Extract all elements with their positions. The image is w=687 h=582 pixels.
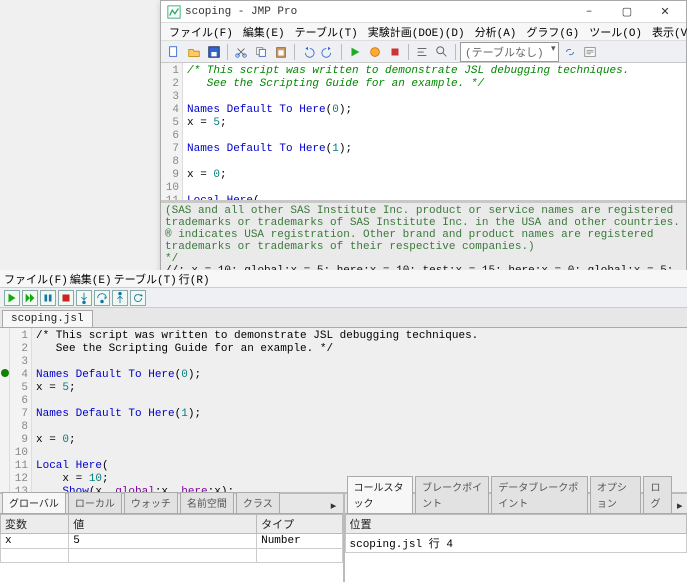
variables-panel: グローバル ローカル ウォッチ 名前空間 クラス ▸ 変数 値 タイプ x: [0, 494, 345, 582]
cut-icon[interactable]: [232, 43, 250, 61]
toolbar-separator: [455, 44, 456, 60]
toolbar-separator: [408, 44, 409, 60]
dbg-menu-file[interactable]: ファイル(F): [4, 271, 68, 287]
breakpoint-gutter[interactable]: [0, 328, 10, 492]
debug-editor[interactable]: 1 2 3 4 5 6 7 8 9 10 11 12 13 14 15 16 1…: [0, 328, 687, 492]
code-area[interactable]: /* This script was written to demonstrat…: [183, 63, 686, 200]
paste-icon[interactable]: [272, 43, 290, 61]
search-icon[interactable]: [433, 43, 451, 61]
left-tabs: グローバル ローカル ウォッチ 名前空間 クラス ▸: [0, 494, 343, 514]
menubar: ファイル(F) 編集(E) テーブル(T) 実験計画(DOE)(D) 分析(A)…: [161, 23, 686, 41]
redo-icon[interactable]: [319, 43, 337, 61]
run-icon[interactable]: [346, 43, 364, 61]
dbg-menu-table[interactable]: テーブル(T): [114, 271, 177, 287]
table-row[interactable]: x 5 Number: [1, 534, 343, 549]
stop-icon[interactable]: [386, 43, 404, 61]
continue-icon[interactable]: [4, 290, 20, 306]
tab-callstack[interactable]: コールスタック: [347, 476, 414, 513]
restart-icon[interactable]: [130, 290, 146, 306]
toolbar-separator: [341, 44, 342, 60]
callstack-panel: コールスタック ブレークポイント データブレークポイント オプション ログ ▸ …: [345, 494, 687, 582]
debug-code-area[interactable]: /* This script was written to demonstrat…: [32, 328, 687, 492]
debug-tabstrip: scoping.jsl: [0, 308, 687, 328]
maximize-button[interactable]: ▢: [612, 3, 642, 21]
menu-graph[interactable]: グラフ(G): [522, 23, 583, 41]
debug-bottom-panels: グローバル ローカル ウォッチ 名前空間 クラス ▸ 変数 値 タイプ x: [0, 492, 687, 582]
table-row[interactable]: scoping.jsl 行 4: [345, 534, 687, 553]
toolbar-separator: [227, 44, 228, 60]
open-icon[interactable]: [185, 43, 203, 61]
variables-grid[interactable]: 変数 値 タイプ x 5 Number: [0, 514, 343, 582]
step-into-icon[interactable]: [76, 290, 92, 306]
log-icon[interactable]: [581, 43, 599, 61]
minimize-button[interactable]: –: [574, 3, 604, 21]
col-variable[interactable]: 変数: [1, 515, 69, 534]
tab-namespace[interactable]: 名前空間: [180, 492, 234, 513]
reformat-icon[interactable]: [413, 43, 431, 61]
tab-global[interactable]: グローバル: [2, 492, 66, 513]
app-icon: [167, 5, 181, 19]
debug-window: ファイル(F) 編集(E) テーブル(T) 行(R) scoping.jsl 1…: [0, 270, 687, 582]
toolbar-separator: [294, 44, 295, 60]
debug-line-gutter: 1 2 3 4 5 6 7 8 9 10 11 12 13 14 15 16 1…: [10, 328, 32, 492]
right-tabs: コールスタック ブレークポイント データブレークポイント オプション ログ ▸: [345, 494, 687, 514]
tab-databreakpoints[interactable]: データブレークポイント: [491, 476, 588, 513]
debug-icon[interactable]: [366, 43, 384, 61]
step-out-icon[interactable]: [112, 290, 128, 306]
menu-doe[interactable]: 実験計画(DOE)(D): [364, 23, 469, 41]
break-icon[interactable]: [40, 290, 56, 306]
titlebar: scoping - JMP Pro – ▢ ✕: [161, 1, 686, 23]
debug-file-tab[interactable]: scoping.jsl: [2, 310, 93, 327]
menu-table[interactable]: テーブル(T): [291, 23, 362, 41]
window-title: scoping - JMP Pro: [185, 6, 574, 18]
menu-file[interactable]: ファイル(F): [165, 23, 237, 41]
tab-local[interactable]: ローカル: [68, 492, 122, 513]
menu-edit[interactable]: 編集(E): [239, 23, 289, 41]
col-position[interactable]: 位置: [345, 515, 687, 534]
callstack-grid[interactable]: 位置 scoping.jsl 行 4: [345, 514, 687, 582]
current-line-marker: [1, 369, 9, 377]
tab-breakpoints[interactable]: ブレークポイント: [415, 476, 489, 513]
tab-options[interactable]: オプション: [590, 476, 642, 513]
dbg-menu-row[interactable]: 行(R): [179, 271, 210, 287]
close-button[interactable]: ✕: [650, 3, 680, 21]
col-value[interactable]: 値: [69, 515, 257, 534]
continue-no-break-icon[interactable]: [22, 290, 38, 306]
script-editor[interactable]: 1 2 3 4 5 6 7 8 9 10 11 12 13 14 15 /* T…: [161, 63, 686, 203]
debug-menubar: ファイル(F) 編集(E) テーブル(T) 行(R): [0, 270, 687, 288]
link-icon[interactable]: [561, 43, 579, 61]
tab-class[interactable]: クラス: [236, 492, 280, 513]
tab-log[interactable]: ログ: [643, 476, 672, 513]
menu-tools[interactable]: ツール(O): [585, 23, 646, 41]
undo-icon[interactable]: [299, 43, 317, 61]
toolbar: (テーブルなし): [161, 41, 686, 63]
tabs-scroll-right-icon[interactable]: ▸: [674, 499, 685, 513]
menu-view[interactable]: 表示(V): [648, 23, 687, 41]
log-comment: (SAS and all other SAS Institute Inc. pr…: [165, 205, 682, 265]
table-dropdown[interactable]: (テーブルなし): [460, 42, 559, 62]
col-type[interactable]: タイプ: [257, 515, 342, 534]
line-gutter: 1 2 3 4 5 6 7 8 9 10 11 12 13 14 15: [161, 63, 183, 200]
copy-icon[interactable]: [252, 43, 270, 61]
menu-analyze[interactable]: 分析(A): [471, 23, 521, 41]
stop-debug-icon[interactable]: [58, 290, 74, 306]
table-row[interactable]: [1, 549, 343, 563]
save-icon[interactable]: [205, 43, 223, 61]
debug-toolbar: [0, 288, 687, 308]
new-icon[interactable]: [165, 43, 183, 61]
dbg-menu-edit[interactable]: 編集(E): [70, 271, 112, 287]
tab-watch[interactable]: ウォッチ: [124, 492, 178, 513]
tabs-scroll-right-icon[interactable]: ▸: [327, 499, 341, 513]
step-over-icon[interactable]: [94, 290, 110, 306]
